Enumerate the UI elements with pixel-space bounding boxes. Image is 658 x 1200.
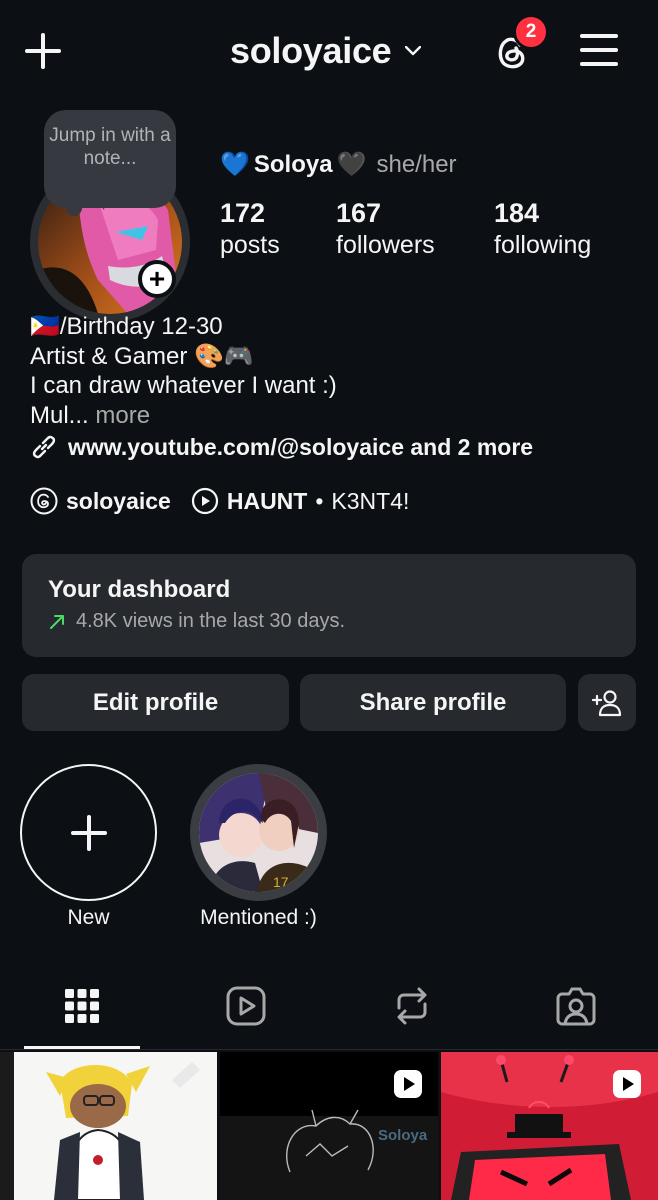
notification-badge: 2 [513,14,549,50]
link-icon [32,435,56,459]
grid-post[interactable] [0,1052,217,1200]
bio-link[interactable]: www.youtube.com/@soloyaice and 2 more [30,433,533,461]
threads-and-music-row: soloyaice HAUNT • K3NT4! [30,487,409,515]
trending-up-icon [50,614,64,629]
bio-line: 🇵🇭/Birthday 12-30 [30,313,223,340]
stat-value: 167 [336,198,382,228]
bio-link-text: www.youtube.com/@soloyaice and 2 more [68,433,534,460]
reposts-icon[interactable] [390,984,434,1028]
highlight-label-mentioned: Mentioned :) [200,906,317,929]
music-artist: K3NT4! [331,487,410,514]
add-person-icon [591,689,622,716]
stat-following[interactable]: 184 following [494,198,591,260]
svg-text:Soloya: Soloya [378,1127,428,1144]
note-bubble[interactable]: Jump in with a note... [44,110,176,208]
dashboard-subtitle: 4.8K views in the last 30 days. [48,610,610,633]
grid-post[interactable] [441,1052,658,1200]
bio-more-link[interactable]: more [95,402,150,429]
share-profile-button[interactable]: Share profile [300,674,566,731]
bio: 🇵🇭/Birthday 12-30 Artist & Gamer 🎨🎮 I ca… [30,312,337,430]
stat-label: following [494,231,592,259]
pronouns: she/her [376,150,457,178]
bio-line: I can draw whatever I want :) [30,372,337,399]
stat-label: followers [336,231,435,259]
black-heart-emoji: 🖤 [336,151,367,178]
note-tail [66,200,82,216]
note-text: Jump in with a note... [49,125,171,169]
highlight-mentioned-image[interactable]: 17 [199,773,318,892]
stat-followers[interactable]: 167 followers [336,198,435,260]
menu-icon[interactable] [580,32,618,68]
tagged-icon[interactable] [554,984,598,1028]
new-highlight-button[interactable] [20,764,157,901]
display-name: 💙 Soloya 🖤 she/her [220,150,457,179]
stat-value: 184 [494,198,540,228]
stat-posts[interactable]: 172 posts [220,198,280,260]
account-switcher[interactable]: soloyaice [230,28,422,74]
profile-name: Soloya [253,150,333,178]
music-separator: • [315,487,324,514]
professional-dashboard[interactable]: Your dashboard 4.8K views in the last 30… [22,554,636,657]
threads-handle[interactable]: soloyaice [66,488,171,515]
create-plus-icon[interactable] [22,30,64,72]
chevron-down-icon [405,46,422,56]
reels-icon[interactable] [224,984,268,1028]
grid-post[interactable]: Soloya [220,1052,438,1200]
play-circle-icon [191,487,218,515]
stat-value: 172 [220,198,266,228]
reel-badge-icon [613,1070,641,1098]
stat-label: posts [220,231,280,259]
grid-separator [0,1049,658,1050]
blue-heart-emoji: 💙 [220,151,250,178]
dashboard-title: Your dashboard [48,576,231,603]
username: soloyaice [230,30,392,71]
highlight-label-new: New [67,906,110,929]
reel-badge-icon [394,1070,422,1098]
edit-profile-button[interactable]: Edit profile [22,674,289,731]
music-title[interactable]: HAUNT [227,488,308,515]
discover-people-button[interactable] [578,674,636,731]
add-story-plus-icon[interactable]: + [138,260,176,298]
top-bar: soloyaice 2 [0,0,658,100]
bio-line: Artist & Gamer 🎨🎮 [30,342,254,370]
dashboard-views: 4.8K views in the last 30 days. [76,610,346,632]
grid-icon[interactable] [60,984,104,1028]
threads-badge-icon[interactable] [30,487,58,515]
bio-line: Mul... [30,401,89,429]
